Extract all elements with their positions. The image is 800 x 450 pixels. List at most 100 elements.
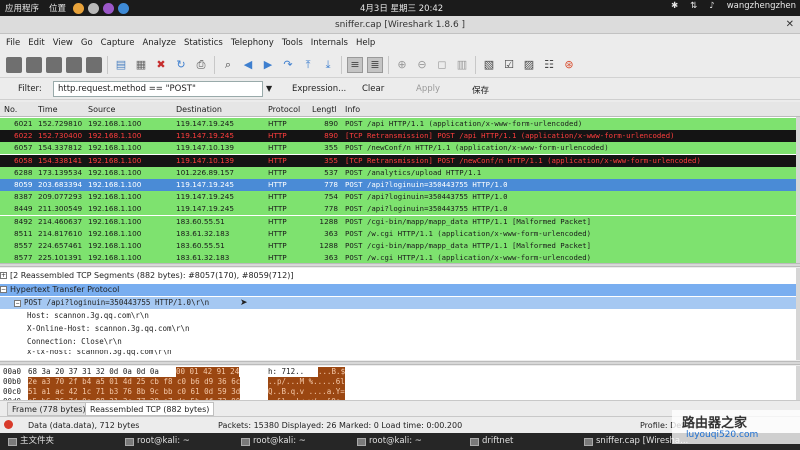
byte-row-ascii[interactable]: h: 712.. <box>268 367 304 377</box>
bytes-scrollbar[interactable] <box>796 366 800 400</box>
tree-item-partial-header[interactable]: x-tx-host: scannon.3g.qq.com\r\n <box>0 350 796 358</box>
details-scrollbar[interactable] <box>796 268 800 360</box>
expression-button[interactable]: Expression... <box>292 84 346 94</box>
column-destination[interactable]: Destination <box>176 105 222 114</box>
collapse-icon[interactable]: − <box>14 299 21 307</box>
zoom-in-icon[interactable]: ⊕ <box>394 57 410 73</box>
clear-filter-button[interactable]: Clear <box>362 84 384 94</box>
menu-statistics[interactable]: Statistics <box>180 38 227 48</box>
menu-help[interactable]: Help <box>352 38 379 48</box>
go-to-packet-icon[interactable]: ↷ <box>280 57 296 73</box>
find-packet-icon[interactable]: ⌕ <box>220 57 236 73</box>
packet-list-scrollbar[interactable] <box>796 117 800 263</box>
byte-row-hex-highlight[interactable]: 00 01 42 91 24 <box>176 367 240 377</box>
taskbar-item-terminal[interactable]: root@kali: ~ <box>357 433 422 450</box>
taskbar-item-terminal[interactable]: root@kali: ~ <box>125 433 190 450</box>
preferences-icon[interactable]: ☷ <box>541 57 557 73</box>
first-packet-icon[interactable]: ⤒ <box>300 57 316 73</box>
auto-scroll-icon[interactable]: ≣ <box>367 56 383 73</box>
tab-frame[interactable]: Frame (778 bytes) <box>7 402 91 416</box>
clock[interactable]: 4月3日 星期三 20:42 <box>360 2 443 14</box>
tree-item-post-request-line[interactable]: − POST /api?loginuin=350443755 HTTP/1.0\r… <box>0 297 796 309</box>
packet-row[interactable]: 6022 152.730400 192.168.1.100 119.147.19.24… <box>0 130 796 143</box>
packet-row[interactable]: 8577 225.101391 192.168.1.100 183.61.32.183… <box>0 252 796 263</box>
display-filter-input[interactable]: http.request.method == "POST" <box>53 81 263 97</box>
packet-row[interactable]: 6288 173.139534 192.168.1.100 101.226.89.15… <box>0 166 796 179</box>
packet-row[interactable]: 8449 211.300549 192.168.1.100 119.147.19.24… <box>0 203 796 216</box>
menu-capture[interactable]: Capture <box>97 38 139 48</box>
pane-splitter[interactable] <box>0 263 800 267</box>
help-launcher-icon[interactable] <box>118 2 130 14</box>
menu-analyze[interactable]: Analyze <box>138 38 180 48</box>
start-capture-icon[interactable] <box>46 56 62 73</box>
kali-launcher-icon[interactable] <box>103 2 115 14</box>
save-filter-button[interactable]: 保存 <box>472 84 489 96</box>
tab-reassembled-tcp[interactable]: Reassembled TCP (882 bytes) <box>85 402 215 416</box>
resize-columns-icon[interactable]: ▥ <box>454 57 470 73</box>
menu-edit[interactable]: Edit <box>24 38 48 48</box>
go-forward-icon[interactable]: ▶ <box>260 57 276 73</box>
byte-row-hex-highlight[interactable]: 2e a3 70 2f b4 a5 01 4d 25 cb f8 c0 b6 d… <box>28 377 241 387</box>
taskbar-item-home[interactable]: 主文件夹 <box>8 433 54 450</box>
tree-item-host-header[interactable]: Host: scannon.3g.qq.com\r\n <box>0 310 796 322</box>
interfaces-icon[interactable] <box>6 56 22 73</box>
normal-size-icon[interactable]: ◻ <box>434 57 450 73</box>
stop-capture-icon[interactable] <box>66 56 82 73</box>
expert-info-icon[interactable] <box>4 420 13 429</box>
volume-icon[interactable]: ♪ <box>709 1 714 11</box>
go-back-icon[interactable]: ◀ <box>240 57 256 73</box>
reload-icon[interactable]: ↻ <box>173 57 189 73</box>
taskbar-item-terminal[interactable]: root@kali: ~ <box>241 433 306 450</box>
column-time[interactable]: Time <box>38 105 58 114</box>
print-icon[interactable]: ⎙ <box>193 57 209 73</box>
menu-file[interactable]: File <box>2 38 24 48</box>
capture-filters-icon[interactable]: ▧ <box>481 57 497 73</box>
last-packet-icon[interactable]: ⤓ <box>320 57 336 73</box>
expand-icon[interactable]: + <box>0 272 7 279</box>
tree-item-reassembled-segments[interactable]: + [2 Reassembled TCP Segments (882 bytes)… <box>0 270 796 282</box>
bluetooth-icon[interactable]: ✱ <box>671 1 678 11</box>
filter-history-chevron-down-icon[interactable]: ▼ <box>266 84 272 93</box>
capture-options-icon[interactable] <box>26 56 42 73</box>
byte-row-ascii-highlight[interactable]: Q..B.q.v ....a.Y= <box>268 387 345 397</box>
user-menu[interactable]: wangzhengzhen <box>727 1 796 11</box>
byte-row-ascii-highlight[interactable]: ..p/...M %.....6l <box>268 377 345 387</box>
display-filters-icon[interactable]: ☑ <box>501 57 517 73</box>
packet-row[interactable]: 8511 214.817610 192.168.1.100 183.61.32.183… <box>0 227 796 240</box>
byte-row-ascii-highlight[interactable]: ...B.$ <box>318 367 346 377</box>
help-icon[interactable]: ⊛ <box>561 57 577 73</box>
terminal-launcher-icon[interactable] <box>88 2 100 14</box>
packet-list[interactable]: 6021 152.729810 192.168.1.100 119.147.19.24… <box>0 117 796 263</box>
pane-splitter[interactable] <box>0 361 800 365</box>
byte-row-hex[interactable]: 68 3a 20 37 31 32 0d 0a 0d 0a <box>28 367 159 377</box>
open-file-icon[interactable]: ▤ <box>113 57 129 73</box>
packet-row[interactable]: 6057 154.337812 192.168.1.100 119.147.10.13… <box>0 142 796 155</box>
menu-telephony[interactable]: Telephony <box>227 38 278 48</box>
column-info[interactable]: Info <box>345 105 360 114</box>
byte-row-hex-highlight[interactable]: 51 a1 ac 42 1c 71 b3 76 8b 9c bb c0 61 0… <box>28 387 241 397</box>
tree-item-connection-header[interactable]: Connection: Close\r\n <box>0 336 796 348</box>
menu-view[interactable]: View <box>49 38 77 48</box>
tree-item-online-host-header[interactable]: X-Online-Host: scannon.3g.qq.com\r\n <box>0 323 796 335</box>
close-file-icon[interactable]: ✖ <box>153 57 169 73</box>
close-window-icon[interactable]: ✕ <box>786 16 794 34</box>
column-length[interactable]: Lengtl <box>312 105 337 114</box>
save-file-icon[interactable]: ▦ <box>133 57 149 73</box>
applications-menu[interactable]: 应用程序 <box>0 2 44 14</box>
column-source[interactable]: Source <box>88 105 115 114</box>
menu-tools[interactable]: Tools <box>278 38 307 48</box>
packet-row[interactable]: 8557 224.657461 192.168.1.100 183.60.55.51 H… <box>0 240 796 252</box>
menu-internals[interactable]: Internals <box>307 38 352 48</box>
network-icon[interactable]: ⇅ <box>690 1 697 11</box>
colorize-icon[interactable]: ≡ <box>347 56 363 73</box>
packet-row[interactable]: 8059 203.683394 192.168.1.100 119.147.19.24… <box>0 179 796 191</box>
packet-row[interactable]: 8492 214.460637 192.168.1.100 183.60.55.51 H… <box>0 215 796 228</box>
collapse-icon[interactable]: − <box>0 286 7 293</box>
packet-row[interactable]: 8387 209.077293 192.168.1.100 119.147.19.24… <box>0 191 796 204</box>
menu-go[interactable]: Go <box>77 38 97 48</box>
taskbar-item-driftnet[interactable]: driftnet <box>470 433 513 450</box>
column-no[interactable]: No. <box>4 105 17 114</box>
packet-row[interactable]: 6058 154.338141 192.168.1.100 119.147.10.13… <box>0 154 796 167</box>
packet-row[interactable]: 6021 152.729810 192.168.1.100 119.147.19.24… <box>0 118 796 130</box>
column-protocol[interactable]: Protocol <box>268 105 300 114</box>
